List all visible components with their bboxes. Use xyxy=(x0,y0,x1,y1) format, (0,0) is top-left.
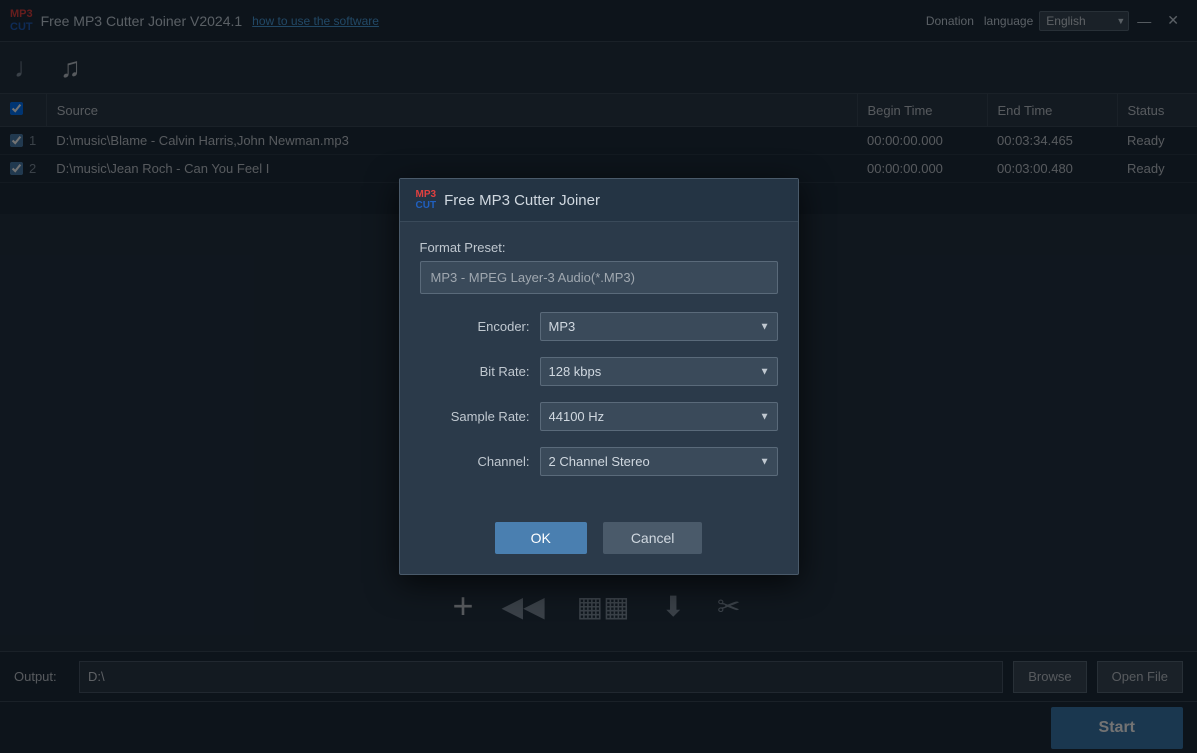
samplerate-label: Sample Rate: xyxy=(420,409,530,424)
format-preset-input[interactable] xyxy=(420,261,778,294)
encoder-select[interactable]: MP3AACOGGWAVFLAC xyxy=(540,312,778,341)
channel-label: Channel: xyxy=(420,454,530,469)
modal-logo: MP3 CUT xyxy=(416,189,437,211)
encoder-label: Encoder: xyxy=(420,319,530,334)
ok-button[interactable]: OK xyxy=(495,522,587,554)
encoder-row: Encoder: MP3AACOGGWAVFLAC ▼ xyxy=(420,312,778,341)
modal-header: MP3 CUT Free MP3 Cutter Joiner xyxy=(400,179,798,222)
format-preset-group: Format Preset: xyxy=(420,240,778,294)
bitrate-select-wrapper: 64 kbps96 kbps128 kbps192 kbps256 kbps32… xyxy=(540,357,778,386)
format-preset-label: Format Preset: xyxy=(420,240,778,255)
samplerate-select[interactable]: 8000 Hz11025 Hz22050 Hz44100 Hz48000 Hz xyxy=(540,402,778,431)
encoder-select-wrapper: MP3AACOGGWAVFLAC ▼ xyxy=(540,312,778,341)
cancel-button[interactable]: Cancel xyxy=(603,522,703,554)
modal-body: Format Preset: Encoder: MP3AACOGGWAVFLAC… xyxy=(400,222,798,512)
bitrate-select[interactable]: 64 kbps96 kbps128 kbps192 kbps256 kbps32… xyxy=(540,357,778,386)
channel-select-wrapper: 1 Channel Mono2 Channel Stereo ▼ xyxy=(540,447,778,476)
channel-select[interactable]: 1 Channel Mono2 Channel Stereo xyxy=(540,447,778,476)
modal-footer: OK Cancel xyxy=(400,512,798,574)
samplerate-row: Sample Rate: 8000 Hz11025 Hz22050 Hz4410… xyxy=(420,402,778,431)
bitrate-label: Bit Rate: xyxy=(420,364,530,379)
modal-title: Free MP3 Cutter Joiner xyxy=(444,192,600,209)
format-preset-dialog: MP3 CUT Free MP3 Cutter Joiner Format Pr… xyxy=(399,178,799,575)
samplerate-select-wrapper: 8000 Hz11025 Hz22050 Hz44100 Hz48000 Hz … xyxy=(540,402,778,431)
channel-row: Channel: 1 Channel Mono2 Channel Stereo … xyxy=(420,447,778,476)
modal-overlay: MP3 CUT Free MP3 Cutter Joiner Format Pr… xyxy=(0,0,1197,753)
bitrate-row: Bit Rate: 64 kbps96 kbps128 kbps192 kbps… xyxy=(420,357,778,386)
